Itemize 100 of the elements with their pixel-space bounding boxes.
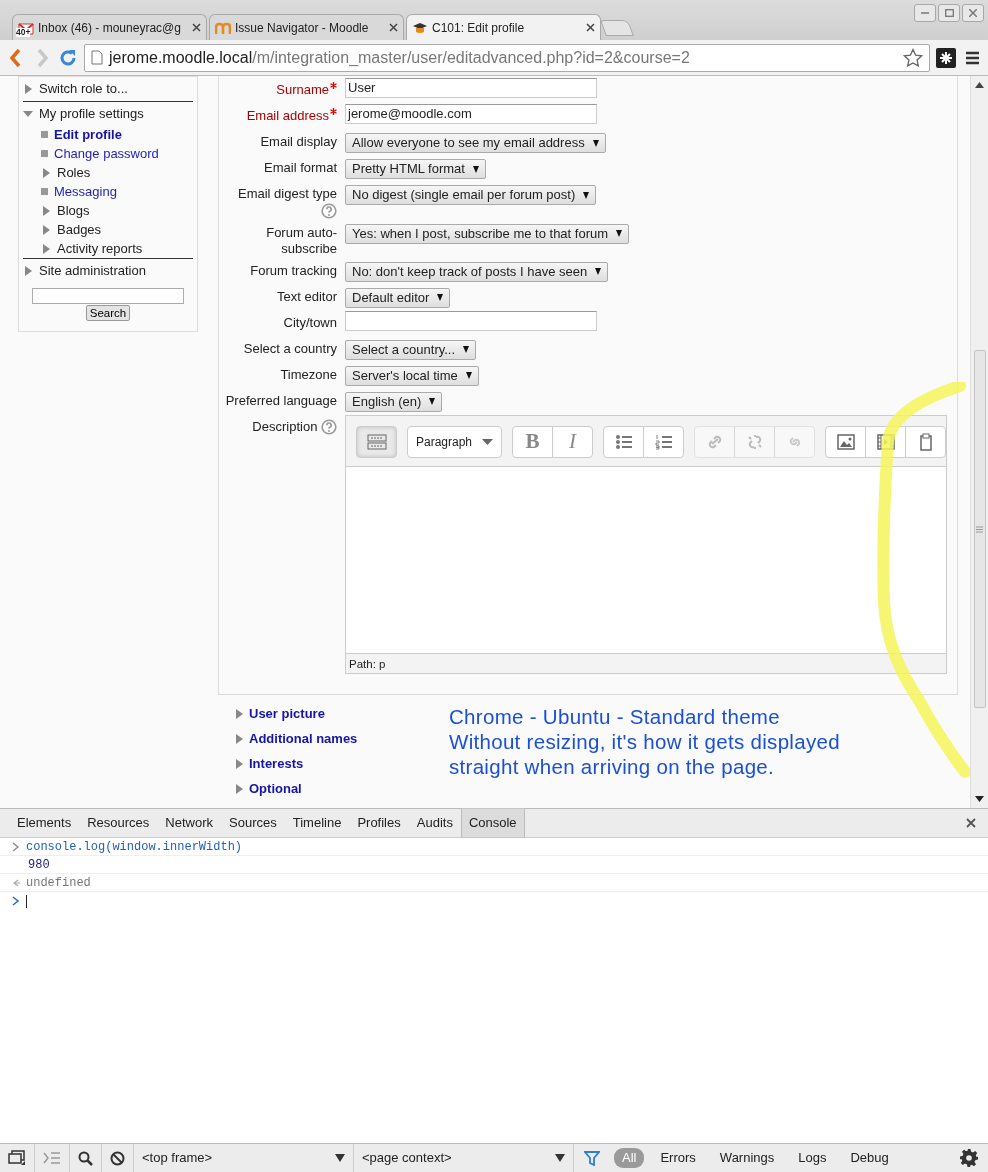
collapsed-triangle-icon[interactable] <box>23 84 33 94</box>
context-dropdown[interactable]: <top frame> <box>134 1144 354 1172</box>
address-bar[interactable]: jerome.moodle.local/m/integration_master/user/editadvanced.php?id=2&course=2 <box>84 43 930 72</box>
collapsed-triangle-icon[interactable] <box>23 265 33 276</box>
help-icon[interactable] <box>321 202 337 219</box>
nav-item[interactable]: Roles <box>57 162 91 183</box>
dropdown[interactable]: Allow everyone to see my email address <box>345 133 606 153</box>
caret-icon <box>482 438 493 445</box>
search-field[interactable] <box>32 288 184 304</box>
dropdown[interactable]: Select a country... <box>345 339 477 360</box>
search-button[interactable]: Search <box>85 305 131 321</box>
field-label: Surname <box>276 82 329 97</box>
bullets-button[interactable] <box>603 425 644 458</box>
picture-icon <box>836 433 855 450</box>
filter-button[interactable]: Errors <box>652 1148 704 1168</box>
page-icon <box>91 50 103 65</box>
filter-button[interactable]: Debug <box>842 1148 897 1168</box>
scroll-up-icon <box>975 82 984 88</box>
settings-icon[interactable] <box>960 1149 978 1167</box>
section-link[interactable]: Additional names <box>249 729 358 749</box>
browser-tab[interactable]: Issue Navigator - Moodle <box>209 14 404 40</box>
editor-path: Path: p <box>346 652 946 673</box>
devtools-tab[interactable]: Sources <box>221 808 285 838</box>
dropdown[interactable]: Pretty HTML format <box>345 159 486 179</box>
paragraph-dropdown[interactable]: Paragraph <box>407 425 502 458</box>
italic-button[interactable]: I <box>552 425 593 458</box>
text-cursor <box>26 894 27 908</box>
clear-icon[interactable] <box>110 1150 125 1166</box>
devtools-tab[interactable]: Timeline <box>284 808 350 838</box>
devtools-tab[interactable]: Audits <box>408 808 461 838</box>
toggle-button[interactable] <box>356 425 397 458</box>
devtools-tab[interactable]: Resources <box>79 808 158 838</box>
search-icon[interactable] <box>78 1150 93 1166</box>
devtools-tab[interactable]: Network <box>157 808 222 838</box>
expanded-triangle-icon[interactable] <box>23 108 33 119</box>
text-field[interactable] <box>345 310 597 331</box>
field-label: Timezone <box>280 366 337 382</box>
text-field[interactable]: User <box>345 78 597 98</box>
collapsed-triangle-icon[interactable] <box>41 205 51 216</box>
dropdown[interactable]: Server's local time <box>345 365 479 386</box>
devtools-tab[interactable]: Elements <box>9 808 80 838</box>
nav-item[interactable]: My profile settings <box>39 103 144 124</box>
browser-tab[interactable]: 40+ Inbox (46) - mouneyrac@g <box>12 14 207 40</box>
collapsed-triangle-icon[interactable] <box>41 224 51 235</box>
dock-icon[interactable] <box>8 1150 26 1166</box>
nav-item[interactable]: Activity reports <box>57 238 143 259</box>
devtools-tab[interactable]: Profiles <box>349 808 409 838</box>
field-label: Text editor <box>277 288 337 304</box>
url-text: jerome.moodle.local/m/integration_master/user/editadvanced.php?id=2&course=2 <box>109 47 690 68</box>
bold-button[interactable]: B <box>512 425 553 458</box>
caret-icon <box>555 1154 565 1162</box>
star-icon[interactable] <box>903 47 923 68</box>
context-dropdown[interactable]: <page context> <box>354 1144 574 1172</box>
dropdown[interactable]: Default editor <box>345 287 451 308</box>
dropdown[interactable]: Yes: when I post, subscribe me to that forum <box>345 223 630 244</box>
numbers-button[interactable] <box>643 425 684 458</box>
dropdown[interactable]: No: don't keep track of posts I have seen <box>345 261 609 282</box>
scrollbar-thumb[interactable] <box>973 350 986 708</box>
image-button[interactable] <box>825 425 866 458</box>
section-link[interactable]: User picture <box>249 704 325 724</box>
browser-tab[interactable]: C101: Edit profile <box>406 14 601 40</box>
text-field[interactable]: jerome@moodle.com <box>345 104 597 124</box>
collapsed-triangle-icon[interactable] <box>234 734 244 745</box>
field-label: Forum tracking <box>250 262 337 278</box>
dropdown[interactable]: English (en) <box>345 391 443 412</box>
caret-icon <box>583 191 590 199</box>
nav-item[interactable]: Site administration <box>39 260 146 281</box>
close-button[interactable] <box>962 4 984 22</box>
devtools-tab[interactable]: Console <box>460 808 525 838</box>
extension-icon[interactable] <box>936 47 956 68</box>
dropdown[interactable]: No digest (single email per forum post) <box>345 185 597 205</box>
close-icon[interactable] <box>389 23 398 32</box>
rich-text-editor[interactable]: Paragraph B I Path: p <box>345 414 947 674</box>
collapsed-triangle-icon[interactable] <box>41 243 51 254</box>
collapsed-triangle-icon[interactable] <box>41 167 51 178</box>
section-link[interactable]: Optional <box>249 779 302 799</box>
filter-button[interactable]: Logs <box>790 1148 835 1168</box>
nav-item[interactable]: Edit profile <box>54 124 122 145</box>
field-label: Email display <box>260 134 337 149</box>
help-icon[interactable] <box>321 419 337 436</box>
console-drawer-icon[interactable] <box>43 1151 61 1165</box>
close-icon[interactable] <box>192 23 201 32</box>
collapsed-triangle-icon[interactable] <box>234 759 244 770</box>
paste-button[interactable] <box>905 425 946 458</box>
section-link[interactable]: Interests <box>249 754 304 774</box>
maximize-button[interactable] <box>938 4 960 22</box>
close-icon[interactable] <box>586 23 595 32</box>
collapsed-triangle-icon[interactable] <box>234 709 244 720</box>
close-icon[interactable] <box>966 818 976 828</box>
clipboard-icon <box>917 432 934 451</box>
nav-item[interactable]: Blogs <box>57 200 90 221</box>
nav-item[interactable]: Switch role to... <box>39 79 128 99</box>
nav-item[interactable]: Messaging <box>54 181 117 202</box>
new-tab-button[interactable] <box>600 20 634 36</box>
collapsed-triangle-icon[interactable] <box>234 784 244 795</box>
filter-button[interactable]: Warnings <box>711 1148 783 1168</box>
nav-item[interactable]: Badges <box>57 219 102 240</box>
minimize-button[interactable] <box>914 4 936 22</box>
filter-icon[interactable] <box>584 1150 600 1166</box>
nav-item[interactable]: Change password <box>54 143 159 164</box>
